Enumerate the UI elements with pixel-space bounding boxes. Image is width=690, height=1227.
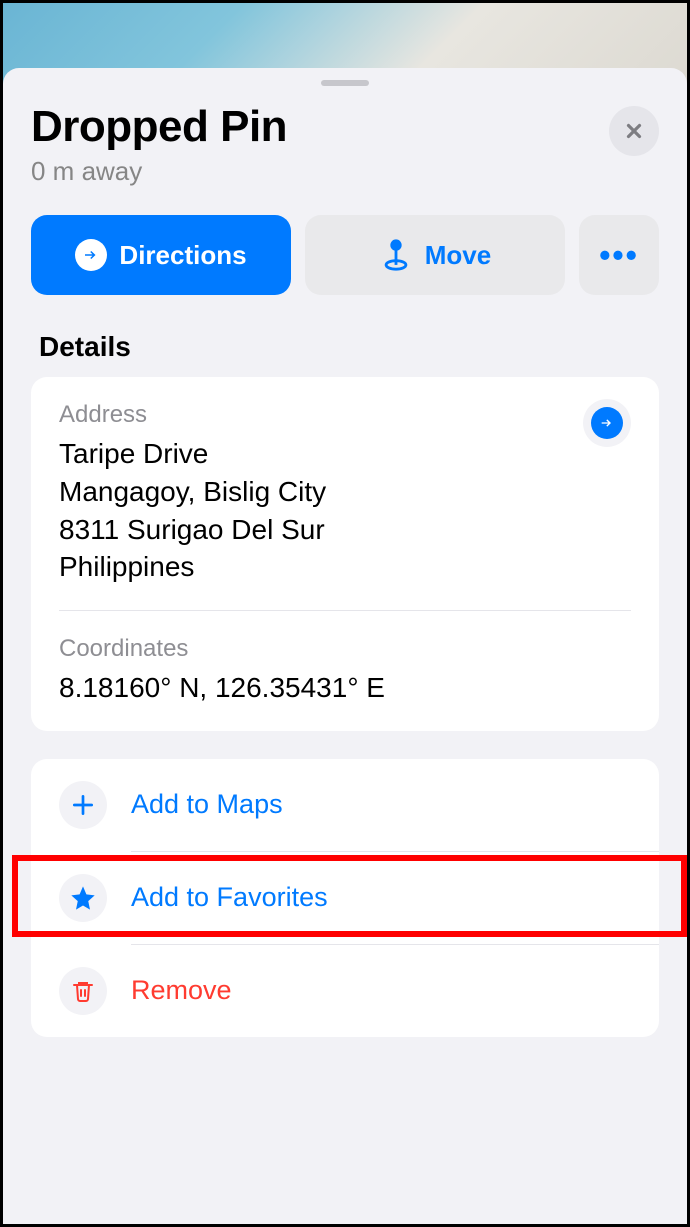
add-to-favorites-label: Add to Favorites	[131, 882, 328, 913]
move-pin-icon	[379, 238, 413, 272]
share-icon	[591, 407, 623, 439]
move-label: Move	[425, 240, 491, 271]
add-to-favorites-item[interactable]: Add to Favorites	[31, 852, 659, 944]
remove-item[interactable]: Remove	[31, 945, 659, 1037]
trash-icon	[59, 967, 107, 1015]
directions-label: Directions	[119, 240, 246, 271]
address-line: 8311 Surigao Del Sur	[59, 511, 631, 549]
details-card: Address Taripe Drive Mangagoy, Bislig Ci…	[31, 377, 659, 731]
more-button[interactable]: •••	[579, 215, 659, 295]
add-to-maps-label: Add to Maps	[131, 789, 283, 820]
close-icon	[623, 120, 645, 142]
add-to-maps-item[interactable]: Add to Maps	[31, 759, 659, 851]
move-button[interactable]: Move	[305, 215, 565, 295]
close-button[interactable]	[609, 106, 659, 156]
sheet-grabber[interactable]	[321, 80, 369, 86]
address-line: Mangagoy, Bislig City	[59, 473, 631, 511]
coordinates-label: Coordinates	[59, 635, 631, 663]
remove-label: Remove	[131, 975, 232, 1006]
coordinates-text: 8.18160° N, 126.35431° E	[59, 669, 631, 707]
plus-icon	[59, 781, 107, 829]
details-heading: Details	[3, 295, 687, 377]
address-line: Philippines	[59, 548, 631, 586]
place-sheet: Dropped Pin 0 m away Directions Move •••…	[3, 68, 687, 1224]
directions-button[interactable]: Directions	[31, 215, 291, 295]
actions-list: Add to Maps Add to Favorites Remove	[31, 759, 659, 1037]
directions-icon	[75, 239, 107, 271]
more-icon: •••	[599, 237, 639, 274]
distance-subtitle: 0 m away	[31, 156, 609, 187]
star-icon	[59, 874, 107, 922]
share-address-button[interactable]	[583, 399, 631, 447]
address-label: Address	[59, 401, 631, 429]
address-line: Taripe Drive	[59, 435, 631, 473]
address-text: Taripe Drive Mangagoy, Bislig City 8311 …	[59, 435, 631, 586]
place-title: Dropped Pin	[31, 102, 609, 152]
